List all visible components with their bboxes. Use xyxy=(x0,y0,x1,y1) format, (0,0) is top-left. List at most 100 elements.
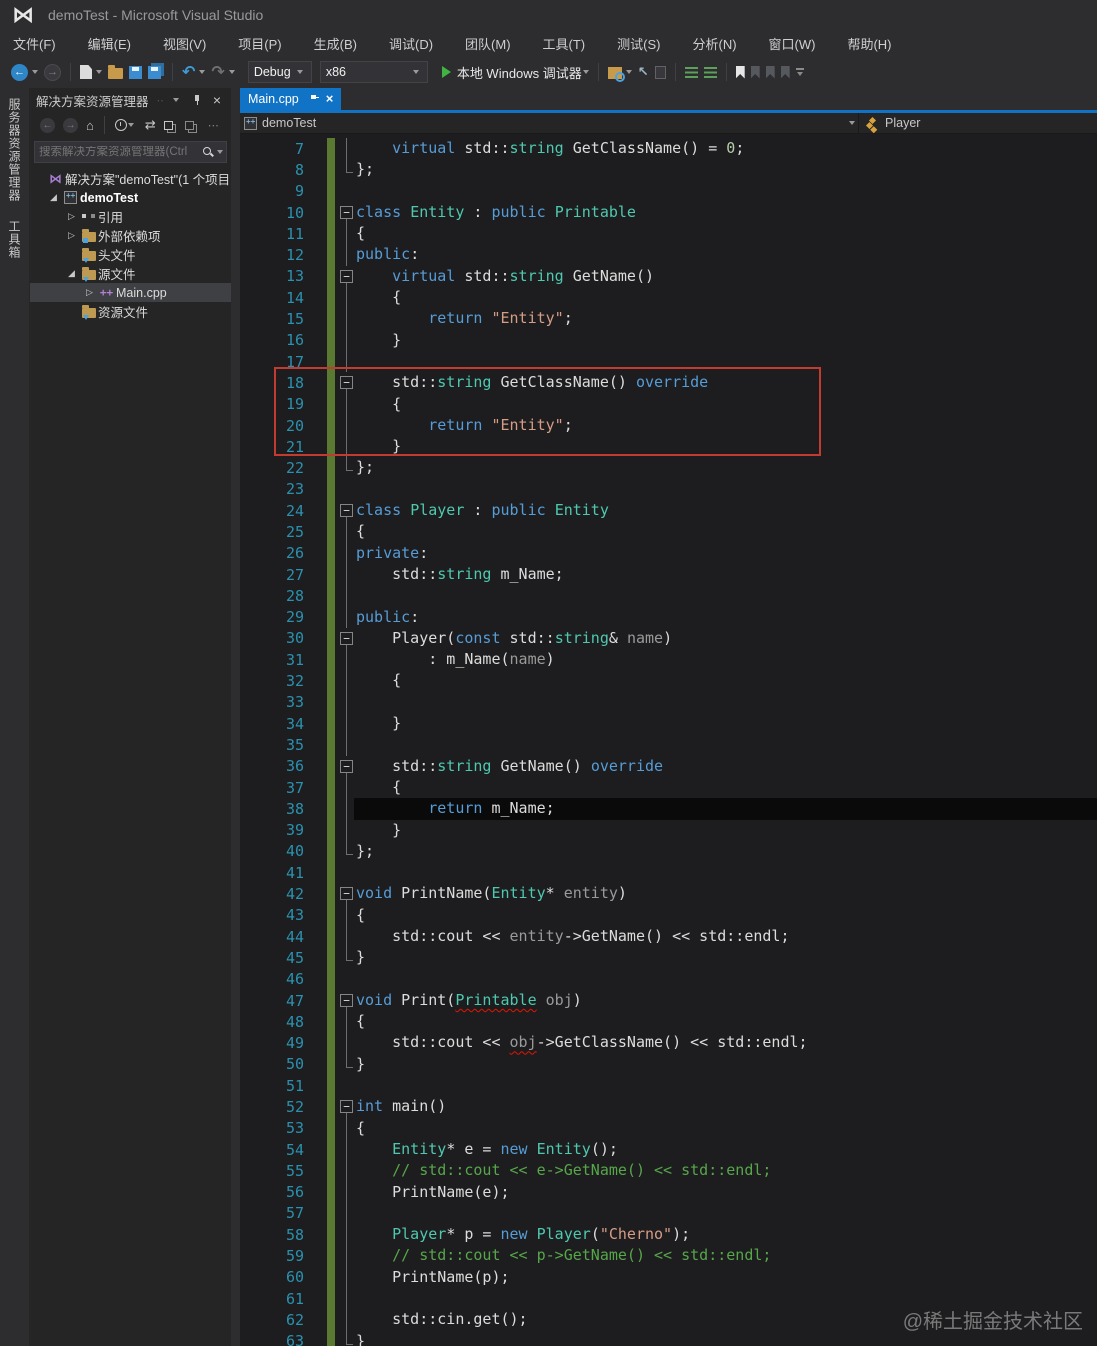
member-scope-dropdown[interactable]: Player xyxy=(859,113,1097,133)
sync-active-document-icon[interactable]: ⇄ xyxy=(145,116,156,134)
code-line-28[interactable]: 28 xyxy=(240,585,1097,607)
menu-help[interactable]: 帮助(H) xyxy=(838,31,900,56)
fold-region-start[interactable]: − xyxy=(339,202,354,224)
navigate-forward-icon[interactable]: → xyxy=(44,63,61,81)
code-line-58[interactable]: 58 Player* p = new Player("Cherno"); xyxy=(240,1224,1097,1246)
uncomment-selection-icon[interactable] xyxy=(703,66,717,78)
code-text[interactable]: { xyxy=(354,1011,1097,1032)
code-line-38[interactable]: 38 return m_Name; xyxy=(240,798,1097,820)
clear-bookmarks-icon[interactable] xyxy=(780,65,790,79)
code-text[interactable]: // std::cout << p->GetName() << std::end… xyxy=(354,1245,1097,1266)
code-line-15[interactable]: 15 return "Entity"; xyxy=(240,308,1097,330)
code-line-9[interactable]: 9 xyxy=(240,180,1097,202)
collapsed-twisty-icon[interactable]: ▷ xyxy=(64,230,79,241)
code-text[interactable]: void Print(Printable obj) xyxy=(354,990,1097,1011)
code-text[interactable] xyxy=(354,181,1097,202)
menu-test[interactable]: 测试(S) xyxy=(608,31,669,56)
code-text[interactable]: PrintName(e); xyxy=(354,1182,1097,1203)
code-text[interactable] xyxy=(354,1075,1097,1096)
tree-item-resource-files[interactable]: 资源文件 xyxy=(30,302,231,321)
code-text[interactable]: { xyxy=(354,521,1097,542)
solution-explorer-title-bar[interactable]: 解决方案资源管理器 ⋯⋯ × xyxy=(30,88,231,112)
menu-build[interactable]: 生成(B) xyxy=(305,31,366,56)
code-text[interactable]: public: xyxy=(354,244,1097,265)
code-text[interactable]: virtual std::string GetClassName() = 0; xyxy=(354,138,1097,159)
code-text[interactable] xyxy=(354,479,1097,500)
code-text[interactable] xyxy=(354,1203,1097,1224)
properties-icon[interactable] xyxy=(184,116,198,134)
code-line-53[interactable]: 53 { xyxy=(240,1117,1097,1140)
code-line-43[interactable]: 43 { xyxy=(240,904,1097,927)
chevron-down-icon[interactable] xyxy=(96,70,102,74)
collapse-icon[interactable]: − xyxy=(340,205,353,219)
code-text[interactable]: } xyxy=(354,713,1097,734)
redo-icon[interactable]: ↷ xyxy=(211,63,224,81)
collapse-all-icon[interactable] xyxy=(163,116,177,134)
code-text[interactable]: private: xyxy=(354,543,1097,564)
code-line-16[interactable]: 16 } xyxy=(240,329,1097,352)
collapsed-twisty-icon[interactable]: ▷ xyxy=(64,211,79,222)
collapse-icon[interactable]: − xyxy=(340,887,353,901)
back-icon[interactable]: ← xyxy=(40,117,55,133)
paste-icon[interactable] xyxy=(654,65,666,79)
menu-file[interactable]: 文件(F) xyxy=(4,31,65,56)
server-explorer-vertical-tab[interactable]: 服务器资源管理器 xyxy=(6,98,23,202)
code-text[interactable]: : m_Name(name) xyxy=(354,649,1097,670)
code-text[interactable]: } xyxy=(354,330,1097,351)
code-text[interactable] xyxy=(354,351,1097,372)
code-text[interactable]: class Player : public Entity xyxy=(354,500,1097,521)
code-line-27[interactable]: 27 std::string m_Name; xyxy=(240,563,1097,586)
code-line-50[interactable]: 50} xyxy=(240,1053,1097,1076)
collapse-icon[interactable]: − xyxy=(340,1100,353,1114)
code-line-8[interactable]: 8}; xyxy=(240,159,1097,181)
code-line-55[interactable]: 55 // std::cout << e->GetName() << std::… xyxy=(240,1160,1097,1182)
code-line-45[interactable]: 45} xyxy=(240,947,1097,969)
code-text[interactable]: return "Entity"; xyxy=(354,415,1097,436)
code-text[interactable]: Player(const std::string& name) xyxy=(354,628,1097,649)
code-line-36[interactable]: 36 − std::string GetName() override xyxy=(240,755,1097,778)
panel-splitter[interactable] xyxy=(231,88,240,1346)
close-icon[interactable]: × xyxy=(326,92,334,105)
code-line-20[interactable]: 20 return "Entity"; xyxy=(240,414,1097,437)
code-text[interactable]: { xyxy=(354,223,1097,244)
save-icon[interactable] xyxy=(129,65,142,79)
code-line-40[interactable]: 40}; xyxy=(240,840,1097,863)
code-line-21[interactable]: 21 } xyxy=(240,436,1097,458)
code-line-22[interactable]: 22}; xyxy=(240,457,1097,479)
home-icon[interactable]: ⌂ xyxy=(86,116,94,134)
pin-icon[interactable] xyxy=(309,93,319,105)
code-line-19[interactable]: 19 { xyxy=(240,393,1097,416)
undo-icon[interactable]: ↶ xyxy=(182,63,195,81)
chevron-down-icon[interactable] xyxy=(199,70,206,74)
code-line-11[interactable]: 11 { xyxy=(240,223,1097,245)
code-line-48[interactable]: 48 { xyxy=(240,1011,1097,1033)
project-scope-dropdown[interactable]: demoTest xyxy=(240,113,858,133)
code-line-10[interactable]: 10 − class Entity : public Printable xyxy=(240,201,1097,224)
tree-item-main-cpp[interactable]: ▷ ++ Main.cpp xyxy=(30,283,231,302)
code-text[interactable]: std::string m_Name; xyxy=(354,564,1097,585)
code-text[interactable]: // std::cout << e->GetName() << std::end… xyxy=(354,1160,1097,1181)
code-line-12[interactable]: 12 public: xyxy=(240,244,1097,267)
changes-filter-icon[interactable] xyxy=(114,116,137,134)
code-text[interactable] xyxy=(354,734,1097,755)
code-text[interactable] xyxy=(354,692,1097,713)
menu-project[interactable]: 项目(P) xyxy=(229,31,290,56)
menu-edit[interactable]: 编辑(E) xyxy=(79,31,140,56)
menu-window[interactable]: 窗口(W) xyxy=(760,31,825,56)
code-text[interactable]: { xyxy=(354,777,1097,798)
code-line-56[interactable]: 56 PrintName(e); xyxy=(240,1181,1097,1204)
code-text[interactable]: return "Entity"; xyxy=(354,308,1097,329)
code-text[interactable]: Entity* e = new Entity(); xyxy=(354,1139,1097,1160)
code-text[interactable]: { xyxy=(354,905,1097,926)
fold-region-start[interactable]: − xyxy=(339,756,354,778)
code-line-17[interactable]: 17 xyxy=(240,350,1097,373)
code-line-14[interactable]: 14 { xyxy=(240,287,1097,309)
code-line-47[interactable]: 47 − void Print(Printable obj) xyxy=(240,989,1097,1012)
code-text[interactable]: Player* p = new Player("Cherno"); xyxy=(354,1224,1097,1245)
code-text[interactable]: virtual std::string GetName() xyxy=(354,266,1097,287)
tree-item-references[interactable]: ▷ 引用 xyxy=(30,207,231,226)
code-line-52[interactable]: 52 − int main() xyxy=(240,1096,1097,1118)
code-text[interactable]: { xyxy=(354,670,1097,691)
find-in-files-icon[interactable] xyxy=(607,67,625,82)
open-file-icon[interactable] xyxy=(108,65,123,79)
